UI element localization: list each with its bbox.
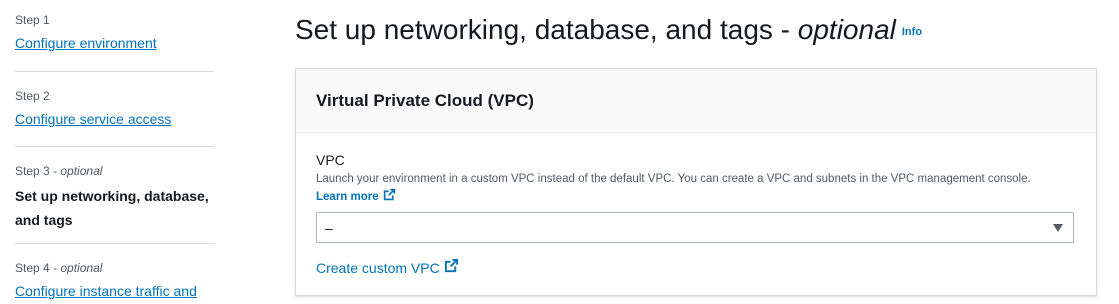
learn-more-label: Learn more bbox=[316, 191, 379, 203]
step-divider bbox=[15, 243, 214, 244]
step-3-optional: - optional bbox=[49, 164, 103, 178]
step-4-number-text: Step 4 bbox=[15, 261, 50, 275]
vpc-panel: Virtual Private Cloud (VPC) VPC Launch y… bbox=[295, 68, 1097, 296]
step-4-number: Step 4 - optional bbox=[15, 261, 215, 275]
vpc-panel-header: Virtual Private Cloud (VPC) bbox=[296, 69, 1096, 133]
step-2-link[interactable]: Configure service access bbox=[15, 109, 171, 129]
step-2: Step 2 Configure service access bbox=[15, 89, 215, 129]
external-link-icon bbox=[383, 188, 396, 206]
step-1-link[interactable]: Configure environment bbox=[15, 33, 157, 53]
info-link[interactable]: Info bbox=[902, 26, 922, 38]
create-custom-vpc-link[interactable]: Create custom VPC bbox=[316, 258, 459, 277]
step-1-number: Step 1 bbox=[15, 13, 50, 27]
page-title-text: Set up networking, database, and tags - bbox=[295, 14, 798, 45]
page-title: Set up networking, database, and tags - … bbox=[295, 12, 922, 50]
step-4: Step 4 - optional Configure instance tra… bbox=[15, 261, 215, 301]
vpc-select-value: – bbox=[325, 220, 333, 236]
learn-more-link[interactable]: Learn more bbox=[316, 188, 396, 206]
step-3-number-text: Step 3 bbox=[15, 164, 50, 178]
page-title-optional: optional bbox=[797, 14, 896, 45]
wizard-page: Step 1 Configure environment Step 2 Conf… bbox=[0, 0, 1119, 304]
step-3-number: Step 3 - optional bbox=[15, 164, 215, 178]
vpc-field-label: VPC bbox=[316, 152, 345, 168]
vpc-select[interactable]: – bbox=[316, 212, 1074, 243]
step-3-label-line1: Set up networking, database, bbox=[15, 188, 209, 204]
step-4-optional: - optional bbox=[49, 261, 103, 275]
vpc-field-description: Launch your environment in a custom VPC … bbox=[316, 173, 1031, 185]
step-divider bbox=[15, 71, 214, 72]
step-3-label-line2: and tags bbox=[15, 212, 73, 228]
step-2-number: Step 2 bbox=[15, 89, 50, 103]
create-custom-vpc-label: Create custom VPC bbox=[316, 259, 440, 276]
step-4-link[interactable]: Configure instance traffic and bbox=[15, 281, 197, 301]
vpc-panel-body: VPC Launch your environment in a custom … bbox=[296, 133, 1096, 278]
step-divider bbox=[15, 146, 214, 147]
step-1: Step 1 Configure environment bbox=[15, 13, 215, 53]
step-3-current-label: Set up networking, database, and tags bbox=[15, 184, 215, 232]
external-link-icon bbox=[444, 258, 459, 277]
step-3: Step 3 - optional Set up networking, dat… bbox=[15, 164, 215, 232]
caret-down-icon bbox=[1053, 224, 1063, 232]
vpc-panel-title: Virtual Private Cloud (VPC) bbox=[316, 91, 534, 110]
